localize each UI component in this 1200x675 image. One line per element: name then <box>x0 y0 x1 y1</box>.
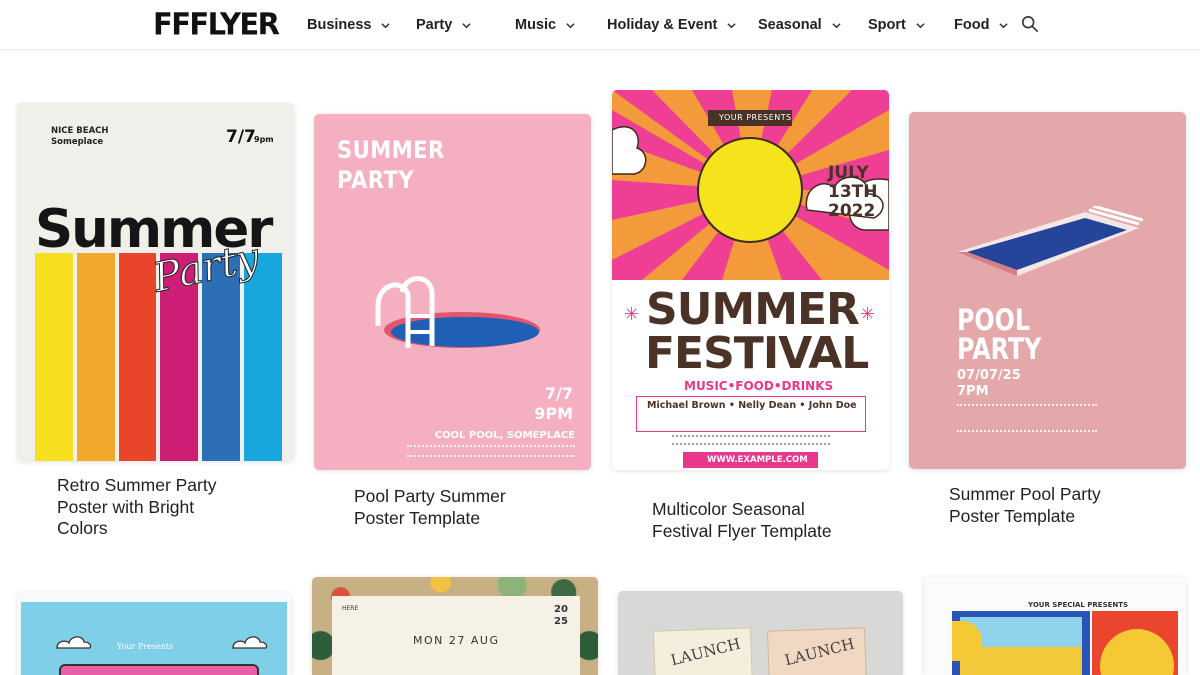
nav-business-label: Business <box>307 17 372 33</box>
poster-date: 2022 <box>828 201 876 221</box>
nav-sport[interactable]: Sport <box>868 0 943 50</box>
stripe <box>35 253 73 461</box>
poster-thumbnail[interactable]: NICE BEACH Someplace 7/7 9pm Summer Part… <box>17 103 294 461</box>
pool-illustration <box>957 206 1143 276</box>
poster-venue: NICE BEACH <box>51 126 109 136</box>
nav-holiday-event[interactable]: Holiday & Event <box>607 0 744 50</box>
cloud-icon <box>56 636 92 649</box>
poster-headline: FESTIVAL <box>645 328 869 379</box>
poster-year: 20 <box>554 604 568 615</box>
stripe <box>244 253 282 461</box>
stripe <box>118 253 157 461</box>
site-header: FFFLYER Business Party Music Holiday & E… <box>0 0 1200 50</box>
poster-fineprint <box>407 445 575 457</box>
poster-thumbnail[interactable]: YOUR SPECIAL PRESENTS <box>924 577 1186 675</box>
poster-thumbnail[interactable]: SUMMER PARTY 7/7 9PM COOL POOL, SOMEPLAC… <box>314 114 591 470</box>
poster-fineprint <box>672 435 830 445</box>
nav-holiday-event-label: Holiday & Event <box>607 17 718 33</box>
site-logo[interactable]: FFFLYER <box>153 7 280 41</box>
cloud-icon <box>232 636 268 649</box>
poster-url: WWW.EXAMPLE.COM <box>707 455 808 465</box>
poster-year: 25 <box>554 616 568 627</box>
card-title[interactable]: Summer Pool Party Poster Template <box>949 484 1149 527</box>
poster-date: 7/7 <box>226 127 256 147</box>
poster-date: JULY <box>828 163 869 183</box>
card-title-line: Retro Summer Party <box>57 475 217 495</box>
poster-headline: SUMMER <box>646 284 860 335</box>
card-title-line: Poster with Bright <box>57 496 195 517</box>
poster-lineup: Michael Brown • Nelly Dean • John Doe <box>647 400 857 411</box>
poster-thumbnail[interactable]: POOL PARTY 07/07/25 7PM <box>909 112 1186 469</box>
poster-headline-peek <box>59 664 259 675</box>
poster-headline: POOL <box>957 303 1031 337</box>
nav-food[interactable]: Food <box>954 0 1024 50</box>
poster-fineprint <box>957 404 1097 432</box>
card-title-line: Colors <box>57 518 108 538</box>
card-title-line: Multicolor Seasonal <box>652 499 805 519</box>
nav-party[interactable]: Party <box>416 0 501 50</box>
poster-date: MON 27 AUG <box>413 634 500 647</box>
poster-thumbnail[interactable]: Your Presents <box>17 592 291 675</box>
poster-presenter: Your Presents <box>117 642 174 651</box>
poster-date: 13TH <box>828 182 878 202</box>
chevron-down-icon <box>999 22 1009 28</box>
chevron-down-icon <box>916 22 925 28</box>
search-icon[interactable] <box>1021 15 1039 33</box>
poster-label: HERE <box>342 605 359 612</box>
poster-time: 9pm <box>254 135 274 144</box>
card-title[interactable]: Multicolor Seasonal Festival Flyer Templ… <box>652 499 872 542</box>
chevron-down-icon <box>832 22 841 28</box>
nav-music[interactable]: Music <box>515 0 595 50</box>
stripe <box>76 253 115 461</box>
card-title-line: Festival Flyer Template <box>652 520 832 541</box>
chevron-down-icon <box>727 22 736 28</box>
chevron-down-icon <box>462 22 471 28</box>
pool-illustration <box>375 276 540 348</box>
poster-headline: PARTY <box>337 166 415 194</box>
card-title-line: Summer Pool Party <box>949 484 1101 504</box>
sparkle-icon: ✳ <box>860 304 876 324</box>
poster-date: 7/7 <box>544 384 573 403</box>
poster-time: 7PM <box>957 384 989 399</box>
chevron-down-icon <box>566 22 575 28</box>
card-title-line: Poster Template <box>949 505 1076 526</box>
poster-headline: PARTY <box>957 332 1042 366</box>
nav-party-label: Party <box>416 17 453 33</box>
nav-music-label: Music <box>515 17 557 33</box>
poster-presenter: YOUR PRESENTS <box>719 113 792 122</box>
nav-seasonal[interactable]: Seasonal <box>758 0 856 50</box>
nav-seasonal-label: Seasonal <box>758 17 822 33</box>
poster-headline: SUMMER <box>337 136 445 164</box>
poster-time: 9PM <box>534 404 573 423</box>
poster-thumbnail[interactable]: LAUNCH LAUNCH <box>618 591 903 675</box>
chevron-down-icon <box>381 22 391 28</box>
main-nav: Business Party Music Holiday & Event Sea… <box>307 0 1024 50</box>
card-title-line: Poster Template <box>354 507 481 528</box>
nav-business[interactable]: Business <box>307 0 402 50</box>
poster-tagline: MUSIC•FOOD•DRINKS <box>684 379 834 393</box>
poster-date: 07/07/25 <box>957 368 1021 383</box>
nav-sport-label: Sport <box>868 17 906 33</box>
poster-place: Someplace <box>51 137 104 147</box>
poster-presenter: YOUR SPECIAL PRESENTS <box>1028 601 1129 609</box>
nav-food-label: Food <box>954 17 990 33</box>
poster-location: COOL POOL, SOMEPLACE <box>434 430 575 441</box>
poster-thumbnail[interactable]: HERE 20 25 MON 27 AUG <box>312 577 598 675</box>
card-title-line: Pool Party Summer <box>354 486 506 506</box>
card-title[interactable]: Retro Summer Party Poster with Bright Co… <box>57 475 257 540</box>
card-title[interactable]: Pool Party Summer Poster Template <box>354 486 554 529</box>
poster-thumbnail[interactable]: YOUR PRESENTS JULY 13TH 2022 SUMMER FEST… <box>612 90 889 470</box>
sparkle-icon: ✳ <box>624 304 640 324</box>
